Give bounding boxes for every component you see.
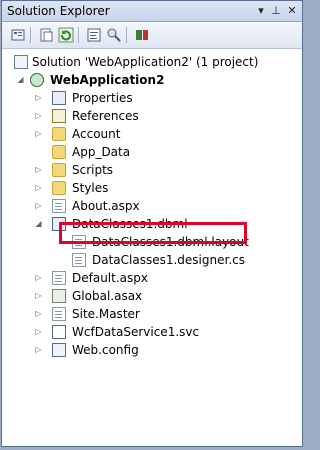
tree-row-default-aspx[interactable]: ▷ Default.aspx [2,269,302,287]
expand-icon[interactable]: ▷ [34,89,43,107]
tree-label: Styles [72,181,109,195]
tree-row-designer-cs[interactable]: DataClasses1.designer.cs [2,251,302,269]
tree-label: References [72,109,139,123]
close-icon[interactable]: ✕ [285,4,299,18]
class-diagram-icon[interactable] [134,27,150,43]
tree-label: Properties [72,91,133,105]
tree-row-account[interactable]: ▷ Account [2,125,302,143]
tree-row-global-asax[interactable]: ▷ Global.asax [2,287,302,305]
tree-row-about-aspx[interactable]: ▷ About.aspx [2,197,302,215]
web-project-icon [30,73,44,87]
csharp-file-icon [72,253,86,267]
expand-icon[interactable]: ▷ [34,269,43,287]
panel-title: Solution Explorer [7,4,110,18]
dropdown-icon[interactable]: ▾ [254,4,268,18]
collapse-icon[interactable]: ◢ [34,215,43,233]
properties-icon[interactable] [10,27,26,43]
expand-icon[interactable]: ▷ [34,179,43,197]
folder-icon [52,181,66,195]
aspx-file-icon [52,271,66,285]
solution-tree: Solution 'WebApplication2' (1 project) ◢… [2,51,302,446]
solution-icon [14,55,28,69]
tree-label: App_Data [72,145,131,159]
tree-label: Site.Master [72,307,140,321]
tree-label: Scripts [72,163,114,177]
config-file-icon [52,343,66,357]
tree-row-styles[interactable]: ▷ Styles [2,179,302,197]
pin-icon[interactable]: ⊥ [269,4,283,18]
expand-icon[interactable]: ▷ [34,305,43,323]
toolbar [2,22,302,49]
project-label: WebApplication2 [50,73,165,87]
expand-icon[interactable]: ▷ [34,323,43,341]
expand-icon[interactable]: ▷ [34,341,43,359]
properties-icon [52,91,66,105]
toolbar-separator [126,27,127,43]
title-bar: Solution Explorer ▾ ⊥ ✕ [2,1,302,22]
tree-label: Default.aspx [72,271,148,285]
expand-icon[interactable]: ▷ [34,197,43,215]
folder-icon [52,145,66,159]
view-designer-icon[interactable] [106,27,122,43]
aspx-file-icon [52,199,66,213]
solution-label: Solution 'WebApplication2' (1 project) [32,55,259,69]
tree-row-site-master[interactable]: ▷ Site.Master [2,305,302,323]
tree-label: WcfDataService1.svc [72,325,200,339]
references-icon [52,109,66,123]
tree-row-solution[interactable]: Solution 'WebApplication2' (1 project) [2,53,302,71]
folder-icon [52,163,66,177]
refresh-icon[interactable] [58,27,74,43]
expand-icon[interactable]: ▷ [34,125,43,143]
tree-label: About.aspx [72,199,140,213]
tree-label: Global.asax [72,289,143,303]
tree-row-references[interactable]: ▷ References [2,107,302,125]
tree-label: DataClasses1.designer.cs [92,253,245,267]
solution-explorer-panel: Solution Explorer ▾ ⊥ ✕ Solution 'WebApp… [1,0,303,447]
tree-label: Web.config [72,343,139,357]
tree-row-web-config[interactable]: ▷ Web.config [2,341,302,359]
show-all-files-icon[interactable] [38,27,54,43]
tree-row-wcf-service[interactable]: ▷ WcfDataService1.svc [2,323,302,341]
view-code-icon[interactable] [86,27,102,43]
tree-row-app-data[interactable]: App_Data [2,143,302,161]
toolbar-separator [78,27,79,43]
collapse-icon[interactable]: ◢ [16,71,25,89]
toolbar-separator [30,27,31,43]
master-file-icon [52,307,66,321]
tree-row-properties[interactable]: ▷ Properties [2,89,302,107]
expand-icon[interactable]: ▷ [34,107,43,125]
expand-icon[interactable]: ▷ [34,161,43,179]
expand-icon[interactable]: ▷ [34,287,43,305]
global-asax-icon [52,289,66,303]
tree-row-project[interactable]: ◢ WebApplication2 [2,71,302,89]
svc-file-icon [52,325,66,339]
annotation-highlight-box [59,222,247,244]
tree-row-scripts[interactable]: ▷ Scripts [2,161,302,179]
tree-label: Account [72,127,121,141]
folder-icon [52,127,66,141]
